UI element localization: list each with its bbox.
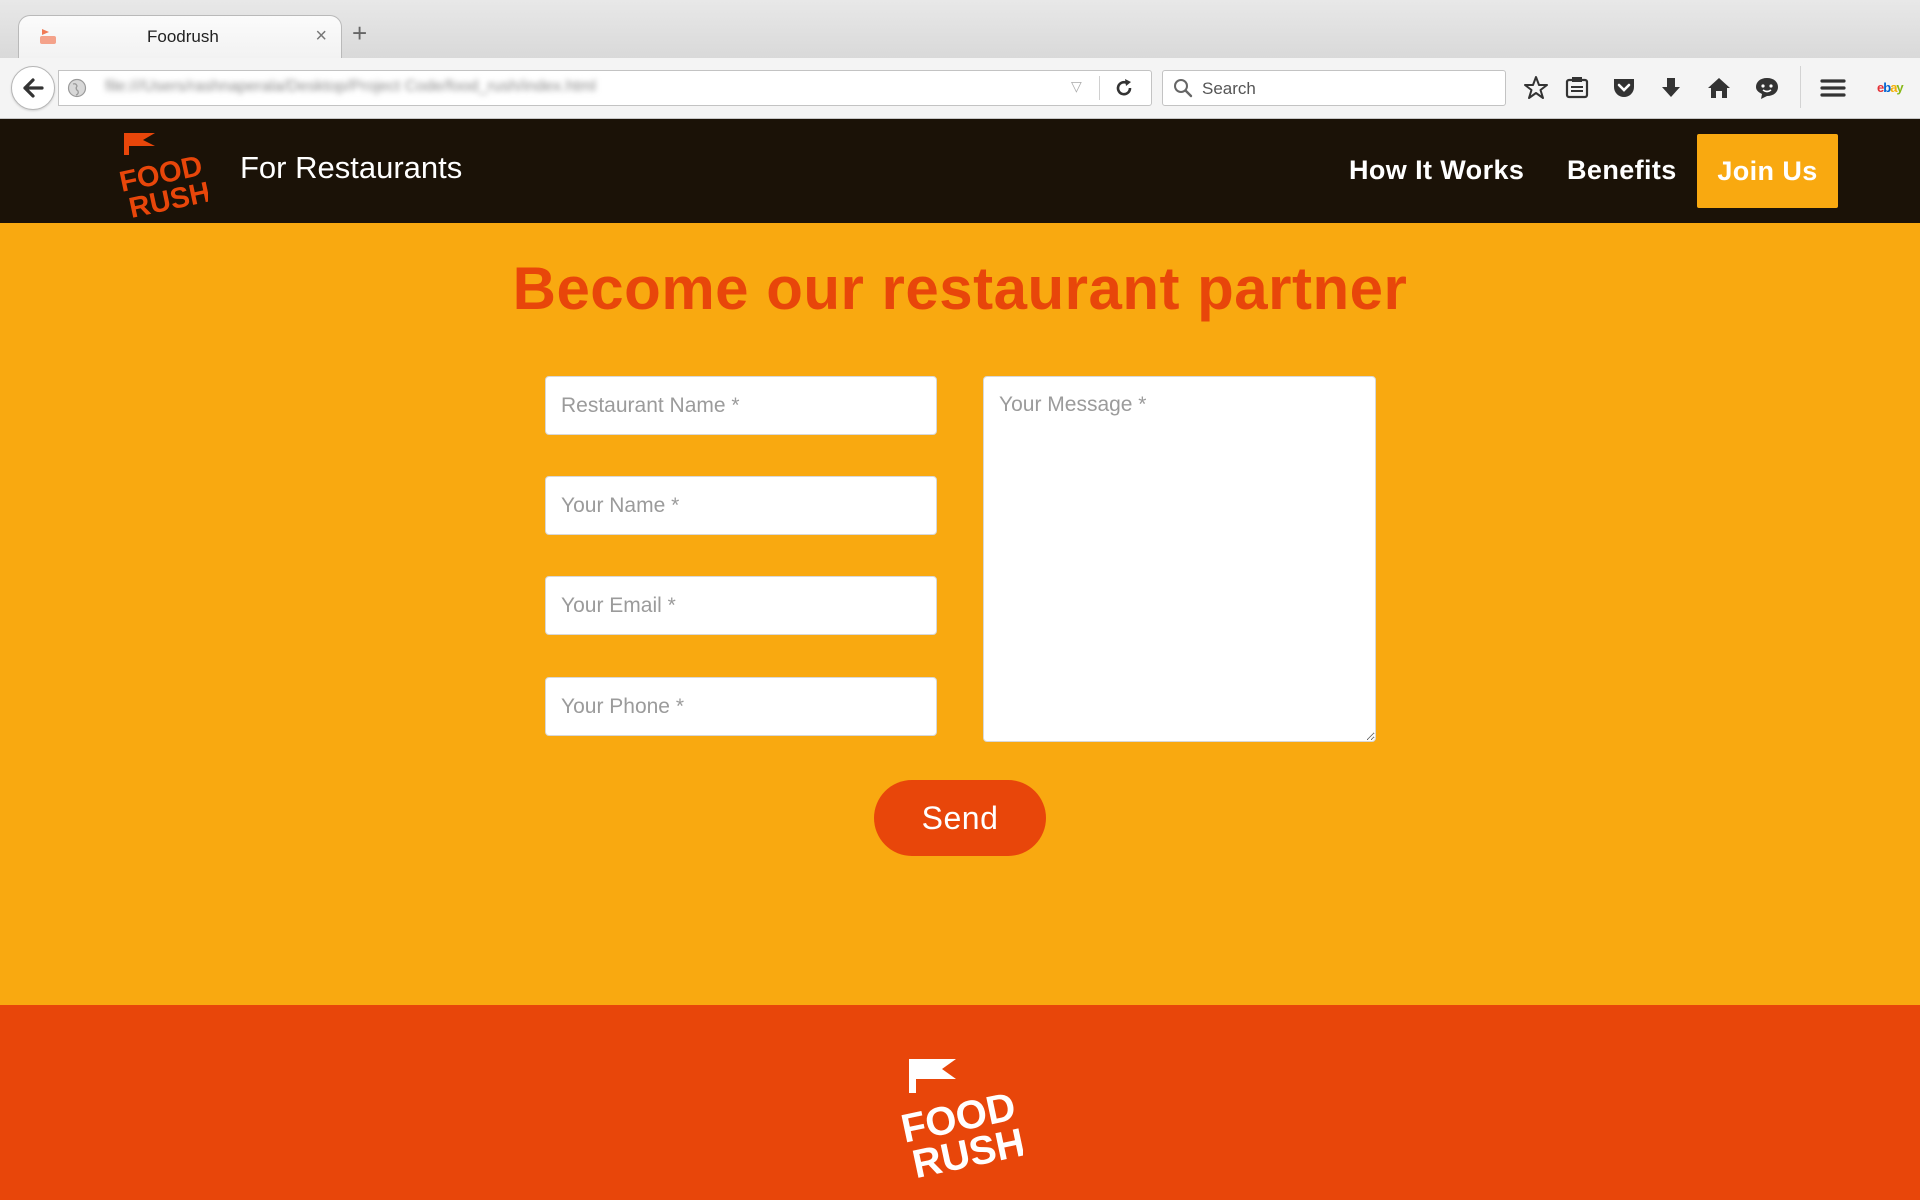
reload-icon[interactable] bbox=[1113, 77, 1135, 99]
hamburger-menu-icon[interactable] bbox=[1820, 75, 1846, 101]
site-header: FOOD RUSH For Restaurants How It Works B… bbox=[0, 119, 1920, 223]
your-name-field[interactable] bbox=[545, 476, 937, 535]
bookmark-star-icon[interactable] bbox=[1523, 75, 1549, 101]
foodrush-favicon-icon bbox=[40, 29, 56, 44]
send-button[interactable]: Send bbox=[874, 780, 1046, 856]
home-icon[interactable] bbox=[1706, 75, 1732, 101]
message-field[interactable] bbox=[983, 376, 1376, 742]
nav-how-it-works[interactable]: How It Works bbox=[1349, 155, 1524, 186]
tab-title: Foodrush bbox=[147, 27, 219, 46]
phone-field[interactable] bbox=[545, 677, 937, 736]
url-text: file:///Users/rashnaperala/Desktop/Proje… bbox=[105, 78, 596, 95]
foodrush-logo[interactable]: FOOD RUSH bbox=[113, 129, 208, 219]
url-dropdown-icon[interactable]: ▽ bbox=[1071, 78, 1082, 95]
ebay-icon[interactable]: ebay bbox=[1877, 80, 1904, 95]
toolbar-separator bbox=[1800, 66, 1801, 108]
new-tab-icon[interactable]: + bbox=[352, 20, 367, 46]
footer: FOOD RUSH bbox=[0, 1005, 1920, 1200]
email-field[interactable] bbox=[545, 576, 937, 635]
restaurant-name-field[interactable] bbox=[545, 376, 937, 435]
pocket-icon[interactable] bbox=[1611, 75, 1637, 101]
back-button[interactable] bbox=[11, 66, 55, 110]
back-arrow-icon bbox=[23, 78, 44, 98]
close-tab-icon[interactable]: × bbox=[315, 25, 327, 47]
browser-search-bar[interactable]: Search bbox=[1162, 70, 1506, 106]
page-heading: Become our restaurant partner bbox=[512, 255, 1408, 322]
downloads-icon[interactable] bbox=[1658, 75, 1684, 101]
bookmarks-list-icon[interactable] bbox=[1564, 75, 1590, 101]
browser-tab[interactable]: Foodrush × bbox=[18, 15, 342, 59]
search-placeholder: Search bbox=[1202, 79, 1256, 98]
browser-navigation-bar: file:///Users/rashnaperala/Desktop/Proje… bbox=[0, 58, 1920, 119]
nav-benefits[interactable]: Benefits bbox=[1567, 155, 1677, 186]
globe-icon bbox=[67, 78, 87, 98]
section-title: For Restaurants bbox=[240, 150, 463, 185]
chat-icon[interactable] bbox=[1754, 75, 1780, 101]
search-icon bbox=[1174, 79, 1193, 98]
browser-tab-bar: Foodrush × + bbox=[0, 0, 1920, 59]
url-separator bbox=[1099, 76, 1100, 100]
url-bar[interactable]: file:///Users/rashnaperala/Desktop/Proje… bbox=[58, 70, 1152, 106]
footer-foodrush-logo[interactable]: FOOD RUSH bbox=[898, 1055, 1023, 1180]
join-us-button[interactable]: Join Us bbox=[1697, 134, 1838, 208]
